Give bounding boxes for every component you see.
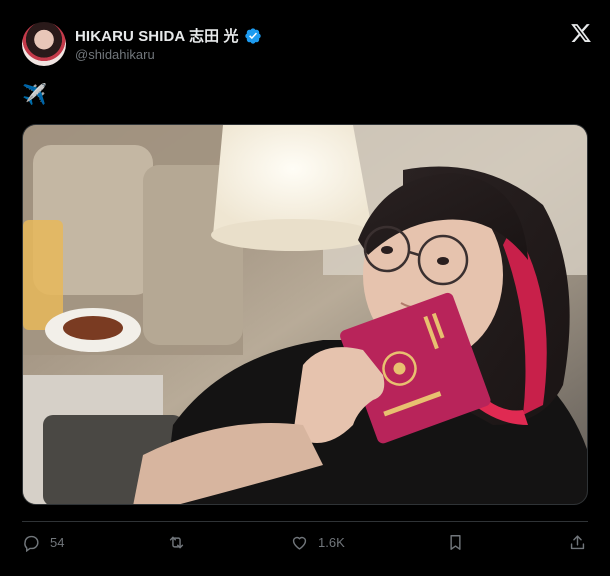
repost-button[interactable]: [167, 533, 195, 552]
tweet-actions-bar: 54 1.6K: [22, 533, 588, 557]
share-button[interactable]: [568, 533, 587, 552]
repost-icon: [169, 536, 184, 549]
bookmark-icon: [450, 535, 461, 550]
like-button[interactable]: 1.6K: [290, 533, 345, 552]
photo-illustration: [23, 125, 587, 504]
like-count: 1.6K: [318, 535, 345, 550]
verified-badge-icon: [244, 27, 261, 44]
reply-count: 54: [50, 535, 65, 550]
author-display-name[interactable]: HIKARU SHIDA 志田 光: [75, 25, 239, 46]
actions-divider: [22, 521, 588, 522]
author-handle[interactable]: @shidahikaru: [75, 47, 155, 62]
reply-icon: [24, 535, 39, 552]
tweet-header: HIKARU SHIDA 志田 光 @shidahikaru: [22, 20, 592, 68]
like-icon: [292, 536, 307, 550]
share-icon: [570, 535, 585, 550]
tweet-text: ✈️: [22, 84, 47, 106]
x-logo-icon[interactable]: [570, 22, 592, 44]
reply-button[interactable]: 54: [22, 533, 64, 552]
avatar[interactable]: [22, 22, 66, 66]
tweet-photo[interactable]: [22, 124, 588, 505]
bookmark-button[interactable]: [446, 533, 465, 552]
author-name-row[interactable]: HIKARU SHIDA 志田 光: [75, 25, 262, 46]
